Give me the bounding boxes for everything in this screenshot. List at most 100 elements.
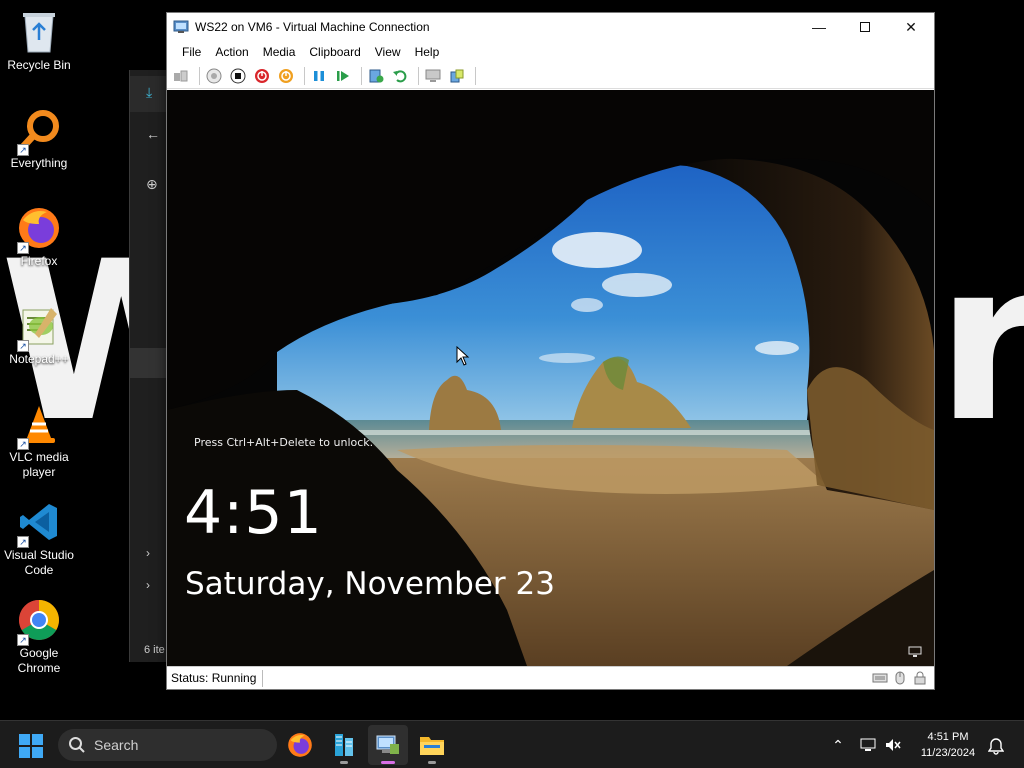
enhanced-session-button[interactable] <box>423 66 443 86</box>
toolbar-separator <box>199 66 200 85</box>
search-placeholder: Search <box>94 737 139 753</box>
pause-button[interactable] <box>309 66 329 86</box>
status-bar: Status: Running <box>167 666 934 689</box>
desktop-icon-firefox[interactable]: ↗ Firefox <box>0 196 78 288</box>
taskbar-file-explorer[interactable] <box>412 725 452 765</box>
shutdown-icon <box>255 68 269 83</box>
wallpaper-logo-right: r <box>936 214 1024 470</box>
desktop-icon-vscode[interactable]: ↗ Visual Studio Code <box>0 490 78 582</box>
vm-connection-app-icon <box>173 20 189 33</box>
system-tray: ⌃ <box>828 721 902 768</box>
ctrl-alt-del-button[interactable] <box>171 66 191 86</box>
taskbar-search[interactable]: Search <box>58 729 277 761</box>
mouse-icon <box>895 671 905 685</box>
taskbar-clock[interactable]: 4:51 PM 11/23/2024 <box>908 729 988 761</box>
running-indicator <box>428 761 436 764</box>
status-icons <box>872 671 928 685</box>
shutdown-button[interactable] <box>252 66 272 86</box>
desktop-icon-vlc[interactable]: ↗ VLC media player <box>0 392 78 484</box>
background-explorer-window[interactable]: ⤓ ← ⊕ › › 6 ite <box>129 70 170 662</box>
taskbar-firefox[interactable] <box>280 725 320 765</box>
back-arrow-icon[interactable]: ← <box>146 126 160 142</box>
notification-bell-icon[interactable] <box>988 737 1004 755</box>
turn-off-button[interactable] <box>228 66 248 86</box>
firefox-icon: ↗ <box>15 204 63 254</box>
taskbar: Search ⌃ 4:51 PM 11/23/2024 <box>0 720 1024 768</box>
window-controls: — ✕ <box>796 13 934 41</box>
recycle-bin-icon <box>15 8 63 56</box>
menu-bar: File Action Media Clipboard View Help <box>167 41 934 63</box>
toolbar-separator <box>361 66 362 85</box>
shortcut-arrow-icon: ↗ <box>17 438 29 450</box>
share-button[interactable] <box>447 66 467 86</box>
desktop-icon-recycle-bin[interactable]: Recycle Bin <box>0 0 78 92</box>
ctrl-alt-del-icon <box>174 70 188 81</box>
explorer-item-count: 6 ite <box>144 644 165 656</box>
add-icon[interactable]: ⊕ <box>146 176 158 193</box>
mouse-cursor-icon <box>456 346 470 366</box>
checkpoint-button[interactable] <box>366 66 386 86</box>
start-button[interactable] <box>204 66 224 86</box>
accessibility-display-icon[interactable] <box>908 646 922 658</box>
minimize-button[interactable]: — <box>796 13 842 41</box>
toolbar-separator <box>418 66 419 85</box>
menu-action[interactable]: Action <box>208 45 255 59</box>
notepadpp-icon: ↗ <box>15 302 63 352</box>
desktop-icon-chrome[interactable]: ↗ Google Chrome <box>0 588 78 680</box>
minimize-icon: — <box>812 19 826 35</box>
maximize-button[interactable] <box>842 13 888 41</box>
menu-clipboard[interactable]: Clipboard <box>302 45 367 59</box>
hyperv-manager-icon <box>335 734 353 756</box>
explorer-selected-row[interactable] <box>130 348 170 378</box>
taskbar-hyperv-manager[interactable] <box>324 725 364 765</box>
vm-status: Status: Running <box>167 669 264 687</box>
menu-file[interactable]: File <box>175 45 208 59</box>
clock-time: 4:51 PM <box>927 731 969 743</box>
desktop-icon-label: Firefox <box>20 254 58 268</box>
close-button[interactable]: ✕ <box>888 13 934 41</box>
firefox-icon <box>288 733 312 757</box>
shortcut-arrow-icon: ↗ <box>17 536 29 548</box>
desktop-icon-label: Notepad++ <box>9 352 69 366</box>
start-button[interactable] <box>18 733 44 759</box>
desktop-icon-label: Recycle Bin <box>7 58 71 72</box>
vlc-icon: ↗ <box>15 400 63 450</box>
running-indicator <box>340 761 348 764</box>
shortcut-arrow-icon: ↗ <box>17 144 29 156</box>
network-icon[interactable] <box>860 737 878 753</box>
enhanced-session-icon <box>425 69 441 82</box>
desktop-icon-label: Everything <box>10 156 68 170</box>
vm-connection-window[interactable]: WS22 on VM6 - Virtual Machine Connection… <box>166 12 935 690</box>
keyboard-icon <box>872 673 888 683</box>
vm-toolbar <box>167 63 934 89</box>
desktop-icon-everything[interactable]: ↗ Everything <box>0 98 78 190</box>
power-button[interactable] <box>276 66 296 86</box>
toolbar-separator <box>304 66 305 85</box>
window-title: WS22 on VM6 - Virtual Machine Connection <box>195 20 430 34</box>
show-hidden-icons-button[interactable]: ⌃ <box>828 737 848 754</box>
share-icon <box>450 69 464 82</box>
toolbar-separator <box>475 66 476 85</box>
menu-media[interactable]: Media <box>256 45 303 59</box>
desktop-icon-label: Google Chrome <box>17 646 61 675</box>
folder-icon <box>420 737 444 755</box>
vm-display[interactable]: Press Ctrl+Alt+Delete to unlock. 4:51 Sa… <box>167 90 934 666</box>
chevron-right-icon[interactable]: › <box>146 578 150 592</box>
turn-off-icon <box>230 68 246 83</box>
desktop-icon-notepadpp[interactable]: ↗ Notepad++ <box>0 294 78 386</box>
checkpoint-icon <box>369 69 384 82</box>
title-bar[interactable]: WS22 on VM6 - Virtual Machine Connection… <box>167 13 934 41</box>
taskbar-vm-connection[interactable] <box>368 725 408 765</box>
shortcut-arrow-icon: ↗ <box>17 242 29 254</box>
vm-connection-icon <box>376 735 399 754</box>
clock-date: 11/23/2024 <box>920 747 976 759</box>
volume-muted-icon[interactable] <box>884 737 902 753</box>
menu-help[interactable]: Help <box>408 45 447 59</box>
revert-icon <box>393 69 407 82</box>
download-icon[interactable]: ⤓ <box>146 84 152 101</box>
resume-button[interactable] <box>333 66 353 86</box>
revert-button[interactable] <box>390 66 410 86</box>
menu-view[interactable]: View <box>368 45 408 59</box>
chrome-icon: ↗ <box>15 596 63 646</box>
chevron-right-icon[interactable]: › <box>146 546 150 560</box>
